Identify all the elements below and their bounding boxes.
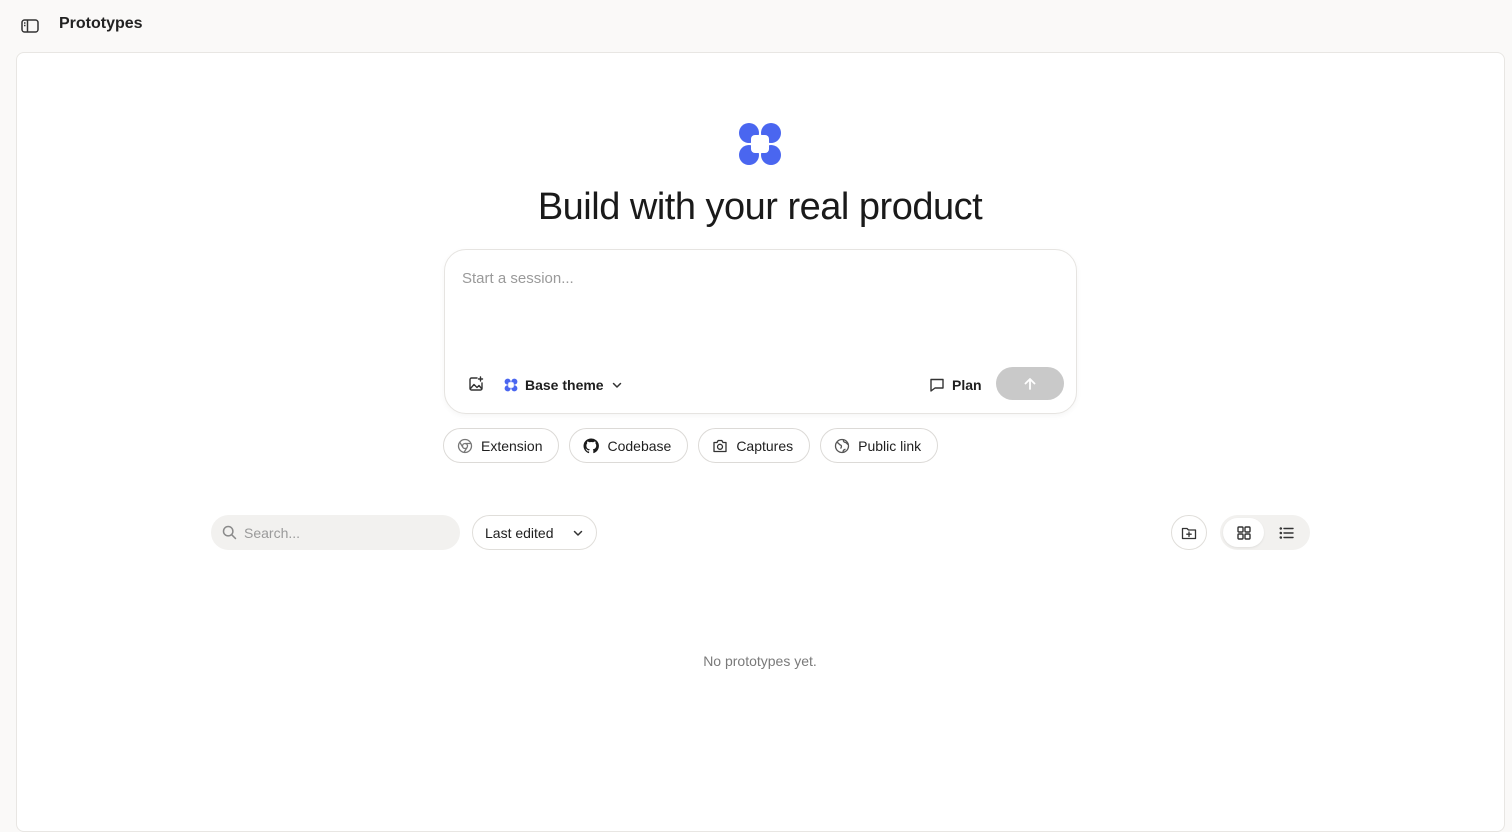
image-add-icon [469, 376, 484, 391]
sidebar-icon [21, 19, 39, 33]
chip-codebase[interactable]: Codebase [569, 428, 689, 463]
theme-label: Base theme [525, 377, 604, 393]
chip-label: Captures [736, 437, 794, 454]
chrome-icon [457, 438, 473, 453]
search-icon [222, 525, 237, 540]
chevron-down-icon [573, 530, 583, 536]
chip-public-link[interactable]: Public link [820, 428, 939, 463]
top-bar: Prototypes [0, 0, 1512, 52]
list-view-button[interactable] [1266, 518, 1307, 547]
github-icon [584, 437, 600, 453]
search-input[interactable] [244, 524, 444, 541]
camera-icon [713, 439, 727, 452]
theme-logo-icon [504, 378, 518, 392]
sidebar-toggle-button[interactable] [20, 16, 40, 36]
chip-label: Codebase [607, 437, 672, 454]
folder-plus-icon [1181, 527, 1197, 539]
plan-mode-button[interactable]: Plan [929, 374, 982, 396]
chip-captures[interactable]: Captures [698, 428, 811, 463]
send-button[interactable] [996, 367, 1064, 400]
chip-extension[interactable]: Extension [443, 428, 560, 463]
globe-icon [834, 438, 850, 453]
empty-state-message: No prototypes yet. [703, 653, 817, 669]
sort-value: Last edited [485, 524, 554, 541]
chat-bubble-icon [930, 378, 944, 392]
grid-view-button[interactable] [1223, 518, 1264, 547]
view-mode-toggle [1220, 515, 1310, 550]
search-box [211, 515, 460, 550]
integration-chips: Extension Codebase Captures Public link [443, 428, 939, 463]
brand-logo-icon [737, 121, 783, 167]
chip-label: Extension [481, 437, 543, 454]
plan-label: Plan [952, 377, 982, 393]
session-composer: Base theme Plan [444, 249, 1077, 414]
attach-image-button[interactable] [466, 374, 486, 394]
new-folder-button[interactable] [1171, 515, 1207, 550]
list-icon [1279, 526, 1294, 539]
page-title: Prototypes [59, 15, 143, 32]
theme-selector[interactable]: Base theme [504, 374, 623, 396]
chip-label: Public link [858, 437, 922, 454]
grid-icon [1236, 525, 1251, 540]
arrow-up-icon [1024, 377, 1036, 390]
chevron-down-icon [612, 382, 621, 388]
hero-title: Build with your real product [537, 186, 983, 228]
sort-select[interactable]: Last edited [472, 515, 597, 550]
session-input[interactable] [462, 270, 1058, 350]
